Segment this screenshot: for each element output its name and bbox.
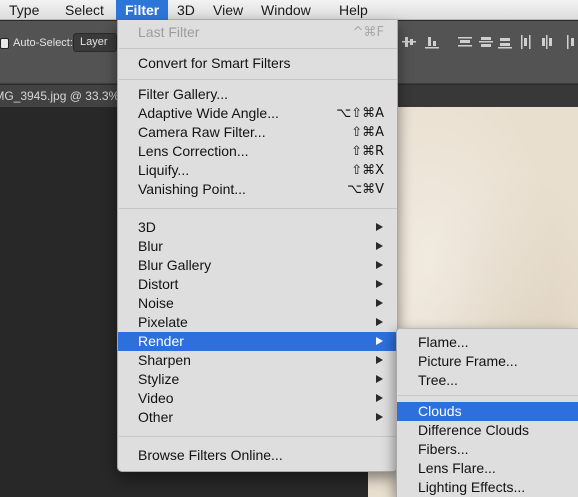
submenu-arrow-icon [376, 356, 383, 364]
menu-bar: Type Select Filter 3D View Window Help [0, 0, 578, 20]
menu-item-label: Blur Gallery [138, 257, 212, 273]
submenu-arrow-icon [376, 318, 383, 326]
menu-item-label: 3D [138, 219, 156, 235]
menu-item-blur-gallery[interactable]: Blur Gallery [118, 256, 397, 275]
menu-view[interactable]: View [204, 0, 252, 20]
menu-item-label: Sharpen [138, 352, 191, 368]
menu-item-label: Distort [138, 276, 179, 292]
submenu-item-fibers[interactable]: Fibers... [397, 440, 578, 459]
document-tab-title: IMG_3945.jpg @ 33.3% [0, 89, 120, 103]
menu-item-pixelate[interactable]: Pixelate [118, 313, 397, 332]
menu-window[interactable]: Window [252, 0, 330, 20]
menu-item-sharpen[interactable]: Sharpen [118, 351, 397, 370]
menu-item-vanishing-point[interactable]: Vanishing Point... ⌥⌘V [118, 180, 397, 199]
menu-item-noise[interactable]: Noise [118, 294, 397, 313]
menu-item-label: Render [138, 333, 184, 349]
menu-item-filter-gallery[interactable]: Filter Gallery... [118, 85, 397, 104]
align-vertical-centers-icon[interactable] [402, 34, 416, 50]
menu-item-label: Vanishing Point... [138, 181, 246, 197]
menu-item-other[interactable]: Other [118, 408, 397, 427]
menu-item-shortcut: ⌥⌘V [347, 182, 384, 197]
menu-item-label: Liquify... [138, 162, 190, 178]
menu-item-browse-filters-online[interactable]: Browse Filters Online... [118, 446, 397, 465]
menu-filter[interactable]: Filter [116, 0, 168, 20]
menu-select[interactable]: Select [56, 0, 116, 20]
document-tab[interactable]: IMG_3945.jpg @ 33.3% [0, 85, 130, 107]
submenu-item-lens-flare[interactable]: Lens Flare... [397, 459, 578, 478]
menu-item-adaptive-wide-angle[interactable]: Adaptive Wide Angle... ⌥⇧⌘A [118, 104, 397, 123]
menu-item-label: Noise [138, 295, 174, 311]
submenu-item-difference-clouds[interactable]: Difference Clouds [397, 421, 578, 440]
submenu-arrow-icon [376, 413, 383, 421]
auto-select-target-dropdown[interactable]: Layer [73, 33, 117, 52]
auto-select-label: Auto-Select: [13, 37, 73, 49]
submenu-arrow-icon [376, 280, 383, 288]
distribute-top-edges-icon[interactable] [458, 34, 472, 50]
menu-item-video[interactable]: Video [118, 389, 397, 408]
menu-item-shortcut: ⇧⌘X [351, 163, 384, 178]
menu-item-liquify[interactable]: Liquify... ⇧⌘X [118, 161, 397, 180]
menu-item-shortcut: ^⌘F [352, 25, 384, 40]
menu-item-label: Last Filter [138, 24, 200, 40]
menu-item-render[interactable]: Render [118, 332, 397, 351]
menu-item-last-filter: Last Filter ^⌘F [118, 23, 397, 42]
distribute-bottom-edges-icon[interactable] [498, 34, 512, 50]
submenu-item-picture-frame[interactable]: Picture Frame... [397, 352, 578, 371]
submenu-arrow-icon [376, 242, 383, 250]
menu-item-label: Browse Filters Online... [138, 447, 283, 463]
distribute-right-edges-icon[interactable] [563, 34, 577, 50]
menu-separator [119, 48, 397, 49]
menu-type[interactable]: Type [0, 0, 56, 20]
menu-item-distort[interactable]: Distort [118, 275, 397, 294]
submenu-arrow-icon [376, 223, 383, 231]
submenu-item-clouds[interactable]: Clouds [397, 402, 578, 421]
menu-item-label: Convert for Smart Filters [138, 55, 291, 71]
menu-item-label: Lens Correction... [138, 143, 249, 159]
align-bottom-edges-icon[interactable] [425, 34, 439, 50]
submenu-item-tree[interactable]: Tree... [397, 371, 578, 390]
filter-menu-dropdown: Last Filter ^⌘F Convert for Smart Filter… [117, 20, 398, 472]
auto-select-checkbox[interactable] [0, 37, 9, 49]
menu-item-label: Pixelate [138, 314, 188, 330]
menu-help[interactable]: Help [330, 0, 378, 20]
menu-item-label: Other [138, 409, 174, 425]
menu-item-label: Video [138, 390, 174, 406]
menu-item-label: Stylize [138, 371, 180, 387]
menu-item-shortcut: ⌥⇧⌘A [336, 106, 384, 121]
submenu-item-flame[interactable]: Flame... [397, 333, 578, 352]
distribute-vertical-centers-icon[interactable] [479, 34, 493, 50]
submenu-separator [398, 395, 578, 396]
menu-item-label: Camera Raw Filter... [138, 124, 266, 140]
menu-3d[interactable]: 3D [168, 0, 204, 20]
distribute-left-edges-icon[interactable] [519, 34, 533, 50]
submenu-arrow-icon [376, 261, 383, 269]
menu-item-shortcut: ⇧⌘A [351, 125, 384, 140]
menu-item-label: Blur [138, 238, 163, 254]
submenu-arrow-icon [376, 394, 383, 402]
menu-separator [119, 79, 397, 80]
menu-separator [119, 208, 397, 209]
menu-separator [119, 436, 397, 437]
menu-item-3d[interactable]: 3D [118, 218, 397, 237]
submenu-arrow-icon [376, 299, 383, 307]
menu-item-stylize[interactable]: Stylize [118, 370, 397, 389]
distribute-horizontal-centers-icon[interactable] [540, 34, 554, 50]
menu-item-label: Filter Gallery... [138, 86, 228, 102]
auto-select-control[interactable]: Auto-Select: [0, 35, 73, 51]
menu-item-lens-correction[interactable]: Lens Correction... ⇧⌘R [118, 142, 397, 161]
menu-item-blur[interactable]: Blur [118, 237, 397, 256]
menu-item-camera-raw-filter[interactable]: Camera Raw Filter... ⇧⌘A [118, 123, 397, 142]
menu-item-convert-for-smart-filters[interactable]: Convert for Smart Filters [118, 54, 397, 73]
render-submenu: Flame... Picture Frame... Tree... Clouds… [396, 328, 578, 497]
submenu-item-lighting-effects[interactable]: Lighting Effects... [397, 478, 578, 497]
submenu-arrow-icon [376, 375, 383, 383]
menu-item-label: Adaptive Wide Angle... [138, 105, 279, 121]
submenu-arrow-icon [376, 337, 383, 345]
menu-item-shortcut: ⇧⌘R [351, 144, 384, 159]
